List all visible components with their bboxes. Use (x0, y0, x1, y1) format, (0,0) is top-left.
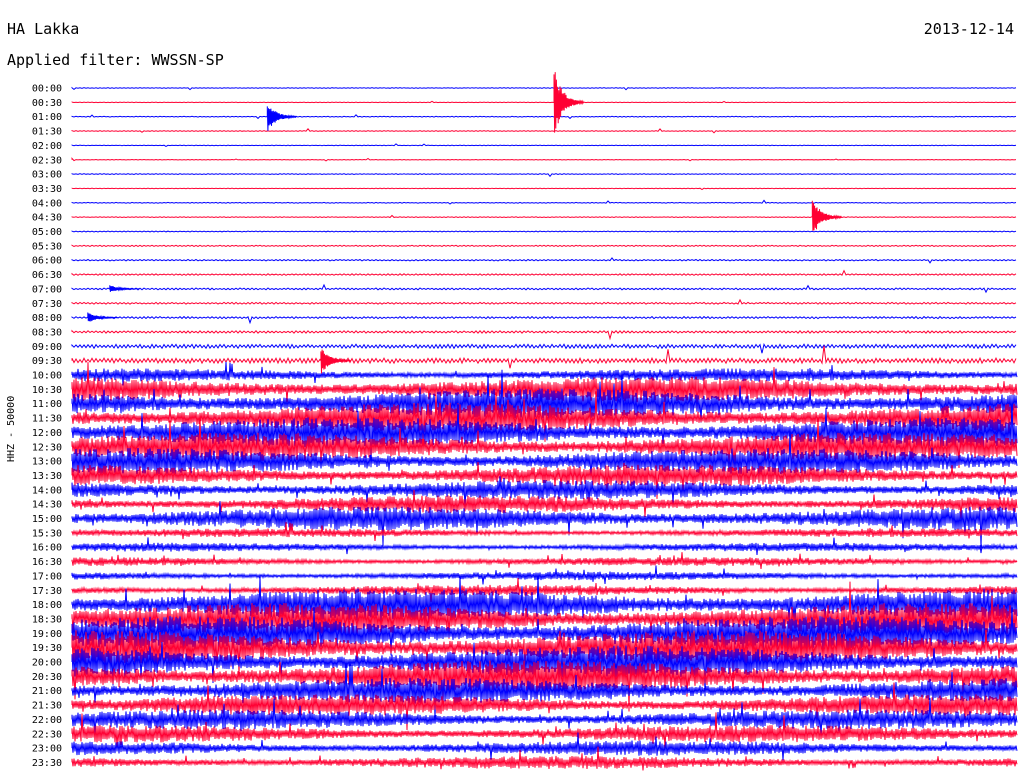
event-waveform (109, 285, 140, 292)
trace-line (71, 143, 1017, 147)
time-label: 20:00 (32, 658, 62, 669)
time-label: 12:00 (32, 428, 62, 439)
trace-line (71, 244, 1017, 247)
trace-line (71, 86, 1017, 91)
time-label: 00:30 (32, 98, 62, 109)
time-label: 08:30 (32, 327, 62, 338)
time-label: 15:00 (32, 514, 62, 525)
time-label: 23:30 (32, 758, 62, 769)
trace-line (71, 345, 1017, 369)
time-label: 16:30 (32, 557, 62, 568)
time-label: 20:30 (32, 672, 62, 683)
event-waveform (266, 106, 298, 131)
time-label: 17:00 (32, 571, 62, 582)
time-label: 03:30 (32, 184, 62, 195)
time-label: 04:30 (32, 213, 62, 224)
time-label: 11:00 (32, 399, 62, 410)
time-label: 02:00 (32, 141, 62, 152)
time-label: 00:00 (32, 84, 62, 95)
trace-line (71, 128, 1017, 134)
trace-line (71, 565, 1018, 585)
trace-line (71, 343, 1017, 354)
time-label: 13:00 (32, 457, 62, 468)
trace-line (71, 230, 1017, 233)
time-label: 10:30 (32, 385, 62, 396)
time-label: 08:00 (32, 313, 62, 324)
time-label: 07:30 (32, 299, 62, 310)
time-label: 21:30 (32, 701, 62, 712)
time-label: 07:00 (32, 284, 62, 295)
helicorder-plot: 00:00 00:30 01:00 01:30 02:00 02:30 03:00 03:30… (32, 72, 1018, 771)
time-label: 12:30 (32, 442, 62, 453)
time-label: 09:30 (32, 356, 62, 367)
trace-line (71, 257, 1017, 264)
time-label: 03:00 (32, 170, 62, 181)
time-label: 05:30 (32, 241, 62, 252)
trace-line (71, 537, 1018, 555)
time-label: 11:30 (32, 414, 62, 425)
time-label: 05:00 (32, 227, 62, 238)
trace-line (71, 361, 1018, 386)
time-label: 01:00 (32, 112, 62, 123)
time-label: 04:00 (32, 198, 62, 209)
time-label: 16:00 (32, 543, 62, 554)
time-label: 22:00 (32, 715, 62, 726)
time-label: 22:30 (32, 729, 62, 740)
trace-line (71, 315, 1017, 325)
trace-line (71, 100, 1017, 104)
time-label: 06:30 (32, 270, 62, 281)
event-waveform (320, 349, 351, 374)
time-label: 02:30 (32, 155, 62, 166)
trace-line (71, 199, 1017, 205)
time-label: 19:00 (32, 629, 62, 640)
event-waveform (553, 72, 584, 133)
event-waveform (87, 312, 118, 322)
event-waveform (811, 200, 843, 231)
trace-line (71, 298, 1017, 305)
trace-line (71, 214, 1017, 219)
time-label: 19:30 (32, 643, 62, 654)
time-label: 21:00 (32, 686, 62, 697)
trace-line (71, 187, 1017, 191)
time-label: 18:00 (32, 600, 62, 611)
time-label: 17:30 (32, 586, 62, 597)
time-label: 14:30 (32, 500, 62, 511)
time-label: 14:00 (32, 485, 62, 496)
time-label: 23:00 (32, 744, 62, 755)
time-label: 01:30 (32, 127, 62, 138)
trace-line (71, 552, 1018, 570)
time-label: 15:30 (32, 528, 62, 539)
time-label: 18:30 (32, 614, 62, 625)
time-labels: 00:00 00:30 01:00 01:30 02:00 02:30 03:00 03:30… (32, 84, 62, 769)
time-label: 10:00 (32, 371, 62, 382)
trace-line (71, 157, 1017, 162)
time-label: 06:00 (32, 256, 62, 267)
time-label: 13:30 (32, 471, 62, 482)
trace-line (71, 501, 1018, 549)
trace-line (71, 114, 1017, 120)
trace-line (71, 269, 1017, 276)
trace-line (71, 173, 1017, 178)
trace-line (71, 283, 1017, 294)
time-label: 09:00 (32, 342, 62, 353)
trace-line (71, 329, 1017, 341)
seismic-traces (71, 72, 1018, 771)
